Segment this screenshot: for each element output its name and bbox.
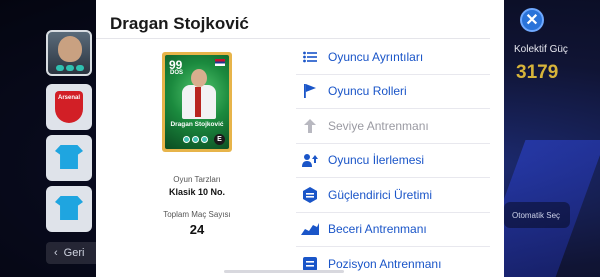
menu-item-player-details[interactable]: Oyuncu Ayrıntıları <box>296 40 490 75</box>
matches-value: 24 <box>189 222 205 237</box>
collective-power-label: Kolektif Güç <box>514 44 568 55</box>
level-up-icon <box>300 118 320 133</box>
player-face <box>58 36 82 62</box>
player-thumbnail[interactable] <box>46 30 92 76</box>
right-hud: ✕ Kolektif Güç 3179 Otomatik Seç <box>504 0 600 277</box>
position-training-icon <box>300 256 320 271</box>
card-player-name: Dragan Stojković <box>170 121 224 128</box>
player-modal: Dragan Stojković 99 DOS Dragan Stojković… <box>96 0 504 277</box>
play-style-label: Oyun Tarzları <box>173 175 221 184</box>
serbia-flag-icon <box>215 59 225 66</box>
booster-icon <box>300 186 320 203</box>
title-divider <box>96 38 490 39</box>
scroll-indicator <box>224 270 344 273</box>
left-rail: Arsenal ‹ Geri <box>0 0 104 277</box>
shirt-icon <box>55 145 83 169</box>
shirt-icon <box>55 196 83 220</box>
skill-training-icon <box>300 223 320 236</box>
player-skill-dots <box>56 65 84 71</box>
menu-item-player-roles[interactable]: Oyuncu Rolleri <box>296 75 490 109</box>
modal-title: Dragan Stojković <box>110 14 249 33</box>
chevron-left-icon: ‹ <box>54 247 58 259</box>
player-portrait <box>180 69 218 119</box>
menu-item-level-training[interactable]: Seviye Antrenmanı <box>296 109 490 144</box>
play-style-value: Klasik 10 No. <box>168 187 226 197</box>
card-skill-dots <box>183 136 208 143</box>
menu-item-skill-training[interactable]: Beceri Antrenmanı <box>296 213 490 247</box>
home-kit-thumbnail[interactable] <box>46 135 92 181</box>
menu-item-player-progress[interactable]: Oyuncu İlerlemesi <box>296 144 490 178</box>
menu-item-booster-production[interactable]: Güçlendirici Üretimi <box>296 178 490 213</box>
matches-label: Toplam Maç Sayısı <box>163 210 231 219</box>
collective-power-value: 3179 <box>516 62 559 83</box>
team-crest-thumbnail[interactable]: Arsenal <box>46 84 92 130</box>
close-icon: ✕ <box>525 12 539 29</box>
away-kit-thumbnail[interactable] <box>46 186 92 232</box>
player-action-menu: Oyuncu Ayrıntıları Oyuncu Rolleri Seviye… <box>296 40 490 277</box>
list-icon <box>300 51 320 63</box>
auto-select-button[interactable]: Otomatik Seç <box>504 202 570 228</box>
player-card[interactable]: 99 DOS Dragan Stojković E <box>162 52 232 152</box>
player-card-face: 99 DOS Dragan Stojković E <box>165 55 229 149</box>
arsenal-crest-icon: Arsenal <box>55 91 83 123</box>
close-button[interactable]: ✕ <box>520 8 544 32</box>
flag-icon <box>300 84 320 99</box>
efootball-badge-icon: E <box>214 134 225 145</box>
player-progress-icon <box>300 153 320 168</box>
